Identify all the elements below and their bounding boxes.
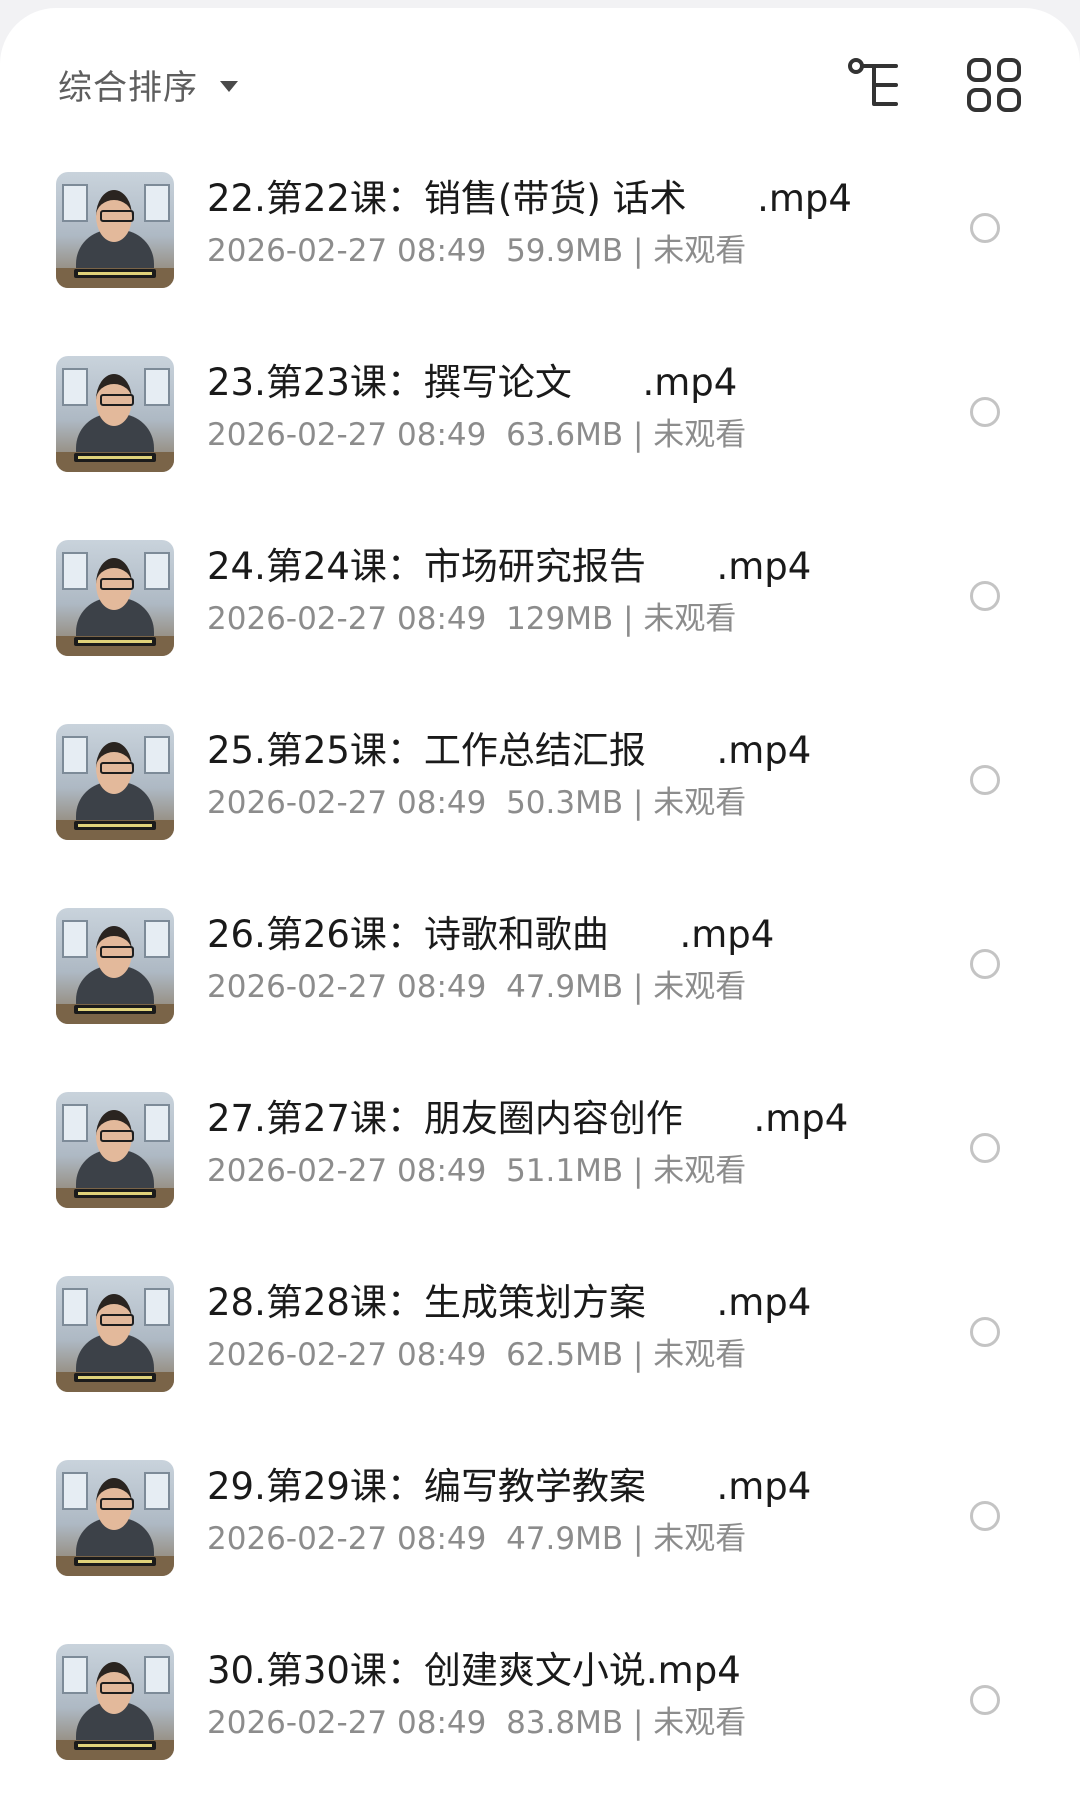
file-meta: 2026-02-27 08:49 50.3MB | 未观看: [207, 782, 746, 824]
file-date: 2026-02-27 08:49: [207, 1337, 487, 1373]
video-thumbnail: [56, 1644, 174, 1760]
file-size: 50.3MB: [506, 785, 624, 821]
watch-status: 未观看: [653, 1521, 747, 1557]
file-row[interactable]: 27.第27课：朋友圈内容创作 .mp4 2026-02-27 08:49 51.…: [0, 1070, 1080, 1254]
meta-separator: |: [623, 785, 654, 821]
file-title: 25.第25课：工作总结汇报 .mp4: [207, 729, 812, 772]
file-row[interactable]: 23.第23课：撰写论文 .mp4 2026-02-27 08:49 63.6MB…: [0, 334, 1080, 518]
meta-gap: [486, 969, 506, 1005]
watch-status: 未观看: [653, 1337, 747, 1373]
meta-separator: |: [623, 1337, 654, 1373]
video-thumbnail: [56, 908, 174, 1024]
meta-gap: [486, 1337, 506, 1373]
file-size: 59.9MB: [506, 233, 624, 269]
video-thumbnail: [56, 1460, 174, 1576]
file-title: 24.第24课：市场研究报告 .mp4: [207, 545, 812, 588]
file-row[interactable]: 25.第25课：工作总结汇报 .mp4 2026-02-27 08:49 50.3…: [0, 702, 1080, 886]
file-meta: 2026-02-27 08:49 62.5MB | 未观看: [207, 1334, 746, 1376]
select-radio[interactable]: [970, 397, 1000, 427]
select-radio[interactable]: [970, 581, 1000, 611]
select-radio[interactable]: [970, 1317, 1000, 1347]
select-radio[interactable]: [970, 1133, 1000, 1163]
file-list-panel: 综合排序 22.第22课：销售(带货) 话术 .mp4 2026-02-27 08…: [0, 8, 1080, 1804]
file-meta: 2026-02-27 08:49 63.6MB | 未观看: [207, 414, 746, 456]
tree-view-icon[interactable]: [846, 54, 910, 118]
file-date: 2026-02-27 08:49: [207, 1521, 487, 1557]
caret-down-icon: [220, 80, 238, 92]
sort-label: 综合排序: [58, 67, 198, 108]
file-size: 62.5MB: [506, 1337, 624, 1373]
meta-gap: [486, 785, 506, 821]
watch-status: 未观看: [653, 417, 747, 453]
file-size: 47.9MB: [506, 969, 624, 1005]
meta-separator: |: [613, 601, 644, 637]
video-thumbnail: [56, 356, 174, 472]
list-toolbar: 综合排序: [0, 8, 1080, 148]
select-radio[interactable]: [970, 213, 1000, 243]
file-title: 29.第29课：编写教学教案 .mp4: [207, 1465, 812, 1508]
file-meta: 2026-02-27 08:49 51.1MB | 未观看: [207, 1150, 746, 1192]
file-meta: 2026-02-27 08:49 47.9MB | 未观看: [207, 1518, 746, 1560]
file-date: 2026-02-27 08:49: [207, 969, 487, 1005]
meta-gap: [486, 1521, 506, 1557]
file-title: 28.第28课：生成策划方案 .mp4: [207, 1281, 812, 1324]
meta-gap: [486, 1705, 506, 1741]
meta-separator: |: [623, 1521, 654, 1557]
file-size: 129MB: [506, 601, 614, 637]
file-title: 22.第22课：销售(带货) 话术 .mp4: [207, 177, 852, 220]
file-size: 47.9MB: [506, 1521, 624, 1557]
file-row[interactable]: 30.第30课：创建爽文小说.mp4 2026-02-27 08:49 83.8M…: [0, 1622, 1080, 1804]
file-row[interactable]: 24.第24课：市场研究报告 .mp4 2026-02-27 08:49 129M…: [0, 518, 1080, 702]
file-title: 23.第23课：撰写论文 .mp4: [207, 361, 738, 404]
file-row[interactable]: 29.第29课：编写教学教案 .mp4 2026-02-27 08:49 47.9…: [0, 1438, 1080, 1622]
file-date: 2026-02-27 08:49: [207, 785, 487, 821]
watch-status: 未观看: [653, 233, 747, 269]
file-meta: 2026-02-27 08:49 129MB | 未观看: [207, 598, 736, 640]
meta-gap: [486, 417, 506, 453]
file-meta: 2026-02-27 08:49 59.9MB | 未观看: [207, 230, 746, 272]
meta-gap: [486, 1153, 506, 1189]
file-title: 26.第26课：诗歌和歌曲 .mp4: [207, 913, 775, 956]
video-thumbnail: [56, 1092, 174, 1208]
meta-separator: |: [623, 1705, 654, 1741]
file-row[interactable]: 22.第22课：销售(带货) 话术 .mp4 2026-02-27 08:49 5…: [0, 150, 1080, 334]
select-radio[interactable]: [970, 1685, 1000, 1715]
select-radio[interactable]: [970, 765, 1000, 795]
file-row[interactable]: 26.第26课：诗歌和歌曲 .mp4 2026-02-27 08:49 47.9M…: [0, 886, 1080, 1070]
file-date: 2026-02-27 08:49: [207, 233, 487, 269]
watch-status: 未观看: [653, 969, 747, 1005]
watch-status: 未观看: [653, 1705, 747, 1741]
meta-separator: |: [623, 969, 654, 1005]
meta-separator: |: [623, 417, 654, 453]
file-row[interactable]: 28.第28课：生成策划方案 .mp4 2026-02-27 08:49 62.5…: [0, 1254, 1080, 1438]
file-size: 51.1MB: [506, 1153, 624, 1189]
select-radio[interactable]: [970, 1501, 1000, 1531]
file-date: 2026-02-27 08:49: [207, 1705, 487, 1741]
meta-gap: [486, 601, 506, 637]
sort-dropdown[interactable]: 综合排序: [58, 56, 238, 112]
meta-gap: [486, 233, 506, 269]
file-date: 2026-02-27 08:49: [207, 1153, 487, 1189]
file-title: 30.第30课：创建爽文小说.mp4: [207, 1649, 741, 1692]
watch-status: 未观看: [643, 601, 737, 637]
watch-status: 未观看: [653, 1153, 747, 1189]
meta-separator: |: [623, 233, 654, 269]
file-date: 2026-02-27 08:49: [207, 417, 487, 453]
video-thumbnail: [56, 172, 174, 288]
meta-separator: |: [623, 1153, 654, 1189]
video-thumbnail: [56, 1276, 174, 1392]
file-title: 27.第27课：朋友圈内容创作 .mp4: [207, 1097, 849, 1140]
watch-status: 未观看: [653, 785, 747, 821]
file-list: 22.第22课：销售(带货) 话术 .mp4 2026-02-27 08:49 5…: [0, 150, 1080, 1804]
video-thumbnail: [56, 724, 174, 840]
file-meta: 2026-02-27 08:49 83.8MB | 未观看: [207, 1702, 746, 1744]
video-thumbnail: [56, 540, 174, 656]
file-size: 63.6MB: [506, 417, 624, 453]
grid-view-icon[interactable]: [963, 54, 1027, 118]
file-date: 2026-02-27 08:49: [207, 601, 487, 637]
file-size: 83.8MB: [506, 1705, 624, 1741]
file-meta: 2026-02-27 08:49 47.9MB | 未观看: [207, 966, 746, 1008]
select-radio[interactable]: [970, 949, 1000, 979]
